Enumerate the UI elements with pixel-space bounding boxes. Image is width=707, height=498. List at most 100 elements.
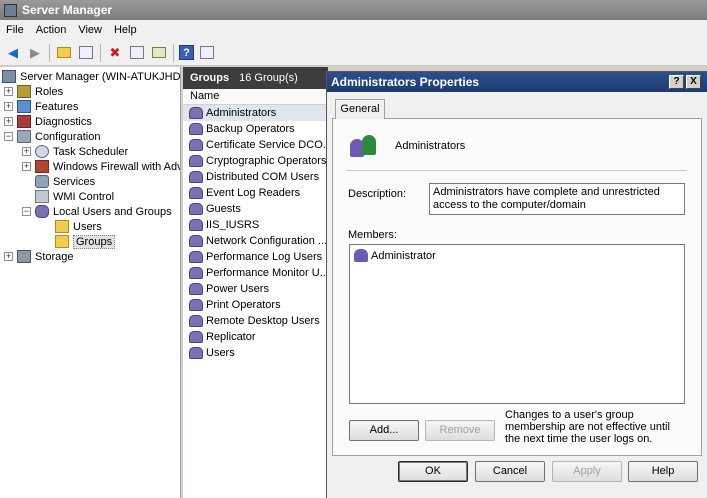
group-list-item[interactable]: Replicator — [183, 329, 327, 345]
properties-icon[interactable] — [128, 44, 146, 62]
menu-help[interactable]: Help — [108, 24, 143, 36]
tab-general[interactable]: General — [335, 99, 385, 119]
group-list-label: Guests — [206, 203, 241, 215]
groups-pane-title: Groups — [190, 72, 230, 84]
tree-node-groups[interactable]: Groups — [55, 234, 116, 249]
gear-icon — [35, 175, 49, 188]
expand-icon[interactable]: + — [22, 147, 31, 156]
up-folder-icon[interactable] — [55, 44, 73, 62]
group-list-label: Backup Operators — [206, 123, 295, 135]
group-list-label: Performance Log Users — [206, 251, 323, 263]
apply-button[interactable]: Apply — [552, 461, 622, 482]
group-icon — [189, 251, 203, 263]
group-list-item[interactable]: Administrators — [183, 105, 327, 121]
delete-icon[interactable]: ✖ — [106, 44, 124, 62]
tree-node-configuration[interactable]: − Configuration — [4, 129, 100, 144]
group-icon — [189, 331, 203, 343]
expand-icon[interactable]: + — [22, 162, 31, 171]
group-list-item[interactable]: Guests — [183, 201, 327, 217]
help-icon[interactable]: ? — [179, 45, 194, 60]
cancel-button[interactable]: Cancel — [475, 461, 545, 482]
group-icon — [189, 171, 203, 183]
tree-node-diagnostics[interactable]: + Diagnostics — [4, 114, 92, 129]
tree-node-storage[interactable]: + Storage — [4, 249, 74, 264]
group-list-item[interactable]: IIS_IUSRS — [183, 217, 327, 233]
column-header-name[interactable]: Name — [183, 89, 327, 105]
folder-icon — [55, 235, 69, 248]
group-list-label: Administrators — [206, 107, 277, 119]
menu-file[interactable]: File — [0, 24, 30, 36]
help-button[interactable]: Help — [628, 461, 698, 482]
window-titlebar: Server Manager — [0, 0, 707, 20]
features-icon — [17, 100, 31, 113]
forward-icon[interactable]: ▶ — [26, 44, 44, 62]
collapse-icon[interactable]: − — [22, 207, 31, 216]
tree-node-services[interactable]: Services — [35, 174, 95, 189]
expand-icon[interactable]: + — [4, 87, 13, 96]
group-list-label: Event Log Readers — [206, 187, 301, 199]
tree-node-task-scheduler[interactable]: + Task Scheduler — [22, 144, 128, 159]
group-icon — [189, 203, 203, 215]
group-list-label: Distributed COM Users — [206, 171, 320, 183]
group-list-item[interactable]: Certificate Service DCO... — [183, 137, 327, 153]
group-icon — [189, 155, 203, 167]
tree-node-features[interactable]: + Features — [4, 99, 78, 114]
group-list-item[interactable]: Print Operators — [183, 297, 327, 313]
expand-icon[interactable]: + — [4, 102, 13, 111]
menu-view[interactable]: View — [72, 24, 108, 36]
group-list-item[interactable]: Network Configuration ... — [183, 233, 327, 249]
dialog-help-button[interactable]: ? — [669, 75, 684, 89]
back-icon[interactable]: ◀ — [4, 44, 22, 62]
group-list-item[interactable]: Power Users — [183, 281, 327, 297]
users-groups-icon — [35, 205, 49, 218]
expand-icon[interactable]: + — [4, 252, 13, 261]
members-list[interactable]: Administrator — [349, 244, 685, 404]
tree-node-root[interactable]: Server Manager (WIN-ATUKJHDA1 — [2, 69, 180, 84]
add-button[interactable]: Add... — [349, 420, 419, 441]
tree-node-users[interactable]: Users — [55, 219, 102, 234]
folder-icon — [55, 220, 69, 233]
group-list-label: Network Configuration ... — [206, 235, 327, 247]
toolbar-separator — [49, 43, 50, 62]
group-list-item[interactable]: Users — [183, 345, 327, 361]
group-list-label: IIS_IUSRS — [206, 219, 260, 231]
group-list-item[interactable]: Performance Log Users — [183, 249, 327, 265]
group-icon — [189, 347, 203, 359]
tree-node-roles[interactable]: + Roles — [4, 84, 63, 99]
export-icon[interactable] — [150, 44, 168, 62]
expand-icon[interactable]: + — [4, 117, 13, 126]
roles-icon — [17, 85, 31, 98]
members-label: Members: — [348, 229, 397, 241]
console-tree: Server Manager (WIN-ATUKJHDA1 + Roles + … — [0, 67, 181, 498]
group-list-item[interactable]: Event Log Readers — [183, 185, 327, 201]
group-list-item[interactable]: Remote Desktop Users — [183, 313, 327, 329]
member-item[interactable]: Administrator — [354, 249, 436, 262]
group-icon — [189, 123, 203, 135]
description-label: Description: — [348, 188, 407, 200]
tree-node-wmi[interactable]: WMI Control — [35, 189, 114, 204]
menu-bar: File Action View Help — [0, 20, 707, 40]
window-title: Server Manager — [22, 3, 113, 17]
console-icon[interactable] — [198, 44, 216, 62]
groups-count: 16 Group(s) — [239, 72, 298, 84]
properties-dialog: Administrators Properties ? X General Ad… — [326, 71, 707, 498]
dialog-close-button[interactable]: X — [686, 75, 701, 89]
group-list-item[interactable]: Backup Operators — [183, 121, 327, 137]
group-list-item[interactable]: Performance Monitor U... — [183, 265, 327, 281]
group-icon — [350, 133, 378, 159]
wmi-icon — [35, 190, 49, 203]
server-icon — [2, 70, 16, 83]
tree-node-firewall[interactable]: + Windows Firewall with Adva — [22, 159, 180, 174]
toolbar-separator — [100, 43, 101, 62]
ok-button[interactable]: OK — [398, 461, 468, 482]
description-field[interactable]: Administrators have complete and unrestr… — [429, 183, 685, 215]
group-list-item[interactable]: Distributed COM Users — [183, 169, 327, 185]
group-icon — [189, 139, 203, 151]
remove-button[interactable]: Remove — [425, 420, 495, 441]
collapse-icon[interactable]: − — [4, 132, 13, 141]
clock-icon — [35, 145, 49, 158]
show-hide-tree-icon[interactable] — [77, 44, 95, 62]
tree-node-local-users-groups[interactable]: − Local Users and Groups — [22, 204, 172, 219]
group-list-item[interactable]: Cryptographic Operators — [183, 153, 327, 169]
menu-action[interactable]: Action — [30, 24, 73, 36]
